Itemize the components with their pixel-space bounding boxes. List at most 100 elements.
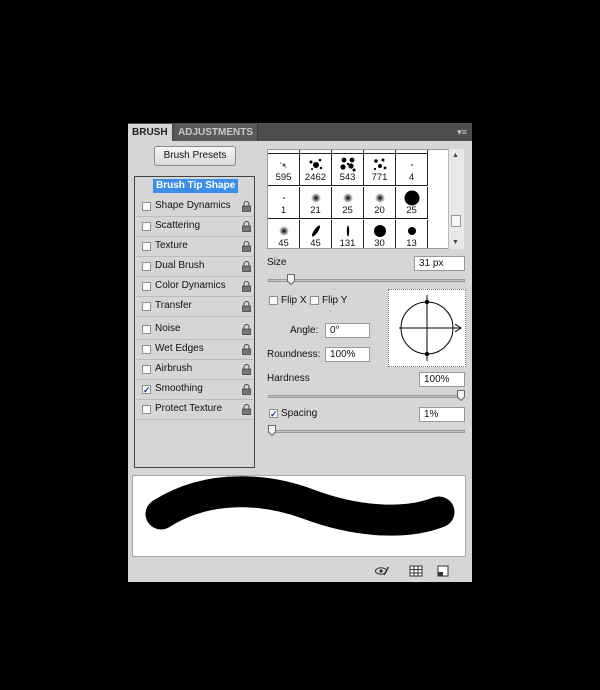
option-noise[interactable]: Noise: [136, 320, 253, 340]
tab-bar: BRUSH ADJUSTMENTS ▾≡: [128, 123, 472, 141]
option-color-dynamics[interactable]: Color Dynamics: [136, 277, 253, 297]
smoothing-checkbox[interactable]: ✓: [142, 385, 151, 395]
dual-brush-checkbox[interactable]: [142, 262, 151, 271]
size-slider-knob[interactable]: [286, 274, 295, 285]
brush-tip-cell[interactable]: 30: [364, 220, 396, 249]
texture-checkbox[interactable]: [142, 242, 151, 251]
hardness-input[interactable]: 100%: [419, 372, 465, 387]
lock-icon[interactable]: [242, 241, 251, 252]
option-wet-edges[interactable]: Wet Edges: [136, 340, 253, 360]
airbrush-label: Airbrush: [155, 363, 193, 374]
size-slider-track[interactable]: [268, 279, 465, 282]
option-shape-dynamics[interactable]: Shape Dynamics: [136, 197, 253, 217]
tab-adjustments[interactable]: ADJUSTMENTS: [174, 124, 258, 141]
brush-tip-size: 2462: [304, 172, 327, 183]
lock-icon[interactable]: [242, 324, 251, 335]
brush-tip-cell[interactable]: 20: [364, 187, 396, 219]
brush-tip-size: 13: [406, 238, 417, 249]
hardness-slider-track[interactable]: [268, 395, 465, 398]
noise-label: Noise: [155, 323, 181, 334]
lock-icon[interactable]: [242, 404, 251, 415]
brush-tip-cell[interactable]: 45: [300, 220, 332, 248]
scroll-down-icon[interactable]: ▼: [452, 239, 459, 246]
option-airbrush[interactable]: Airbrush: [136, 360, 253, 380]
option-brush-tip-shape[interactable]: Brush Tip Shape: [136, 177, 253, 197]
lock-icon[interactable]: [242, 221, 251, 232]
brush-tip-cell[interactable]: 543: [332, 154, 364, 186]
option-protect-texture[interactable]: Protect Texture: [136, 400, 253, 420]
noise-checkbox[interactable]: [142, 325, 151, 334]
brush-tip-size: 45: [278, 238, 289, 249]
scroll-up-icon[interactable]: ▲: [452, 152, 459, 159]
brush-tip-cell[interactable]: 25: [332, 187, 364, 219]
option-divider: [136, 316, 253, 317]
flip-x-label: Flip X: [281, 295, 307, 306]
brush-options-list: Brush Tip Shape Shape Dynamics Scattering T…: [134, 176, 255, 468]
angle-input[interactable]: 0°: [325, 323, 370, 338]
hardness-slider-knob[interactable]: [457, 390, 465, 401]
option-dual-brush[interactable]: Dual Brush: [136, 257, 253, 277]
lock-icon[interactable]: [242, 384, 251, 395]
option-scattering[interactable]: Scattering: [136, 217, 253, 237]
brush-tip-cell[interactable]: 2462: [300, 154, 332, 186]
eye-brush-icon[interactable]: [375, 565, 389, 577]
brush-tip-cell[interactable]: 595: [268, 154, 300, 186]
option-smoothing[interactable]: ✓ Smoothing: [136, 380, 253, 400]
brush-tip-cell[interactable]: 45: [268, 220, 300, 249]
brush-tip-scrollbar[interactable]: ▲ ▼: [448, 149, 464, 249]
brush-tip-size: 4: [408, 172, 415, 183]
option-divider: [136, 419, 253, 420]
brush-tip-size: 595: [275, 172, 292, 183]
flip-x-checkbox[interactable]: [269, 296, 278, 305]
spacing-input[interactable]: 1%: [419, 407, 465, 422]
roundness-input[interactable]: 100%: [325, 347, 370, 362]
panel-menu-icon[interactable]: ▾≡: [456, 127, 468, 137]
option-texture[interactable]: Texture: [136, 237, 253, 257]
tab-brush[interactable]: BRUSH: [128, 124, 172, 141]
brush-tip-cell[interactable]: 771: [364, 154, 396, 186]
spacing-label: Spacing: [281, 408, 318, 419]
brush-tip-size: 30: [374, 238, 385, 249]
wet-edges-checkbox[interactable]: [142, 345, 151, 354]
hardness-label: Hardness: [267, 373, 310, 384]
spacing-slider-knob[interactable]: [268, 425, 276, 436]
angle-roundness-preview[interactable]: [388, 289, 466, 367]
stroke-preview-graphic: [145, 476, 455, 536]
brush-tip-size: 131: [339, 238, 356, 249]
size-input[interactable]: 31 px: [414, 256, 465, 271]
protect-texture-label: Protect Texture: [155, 403, 223, 414]
airbrush-checkbox[interactable]: [142, 365, 151, 374]
brush-tip-cell[interactable]: 21: [300, 187, 332, 219]
lock-icon[interactable]: [242, 261, 251, 272]
flip-y-checkbox[interactable]: [310, 296, 319, 305]
color-dynamics-checkbox[interactable]: [142, 282, 151, 291]
brush-tip-grid[interactable]: 595 2462 543 771 4 1 21 25 20 25 45 45 131 30 13: [267, 149, 464, 249]
scroll-thumb[interactable]: [451, 215, 461, 227]
lock-icon[interactable]: [242, 281, 251, 292]
option-transfer[interactable]: Transfer: [136, 297, 253, 317]
size-label: Size: [267, 257, 287, 268]
lock-icon[interactable]: [242, 344, 251, 355]
lock-icon[interactable]: [242, 364, 251, 375]
brush-presets-button[interactable]: Brush Presets: [154, 146, 236, 166]
brush-tip-cell[interactable]: 4: [396, 154, 428, 186]
brush-tip-size: 1: [280, 205, 287, 216]
smoothing-label: Smoothing: [155, 383, 203, 394]
brush-tip-cell[interactable]: 131: [332, 220, 364, 249]
shape-dynamics-checkbox[interactable]: [142, 202, 151, 211]
new-preset-icon[interactable]: [436, 565, 450, 577]
protect-texture-checkbox[interactable]: [142, 405, 151, 414]
grid-icon[interactable]: [409, 565, 423, 577]
spacing-slider-track[interactable]: [268, 430, 465, 433]
lock-icon[interactable]: [242, 201, 251, 212]
brush-tip-size: 543: [339, 172, 356, 183]
scattering-checkbox[interactable]: [142, 222, 151, 231]
brush-tip-cell[interactable]: 1: [268, 187, 300, 219]
brush-tip-cell[interactable]: 25: [396, 187, 428, 219]
transfer-checkbox[interactable]: [142, 302, 151, 311]
wet-edges-label: Wet Edges: [155, 343, 204, 354]
brush-tip-size: 25: [342, 205, 353, 216]
lock-icon[interactable]: [242, 301, 251, 312]
brush-tip-cell[interactable]: 13: [396, 220, 428, 249]
spacing-checkbox[interactable]: ✓: [269, 409, 278, 419]
